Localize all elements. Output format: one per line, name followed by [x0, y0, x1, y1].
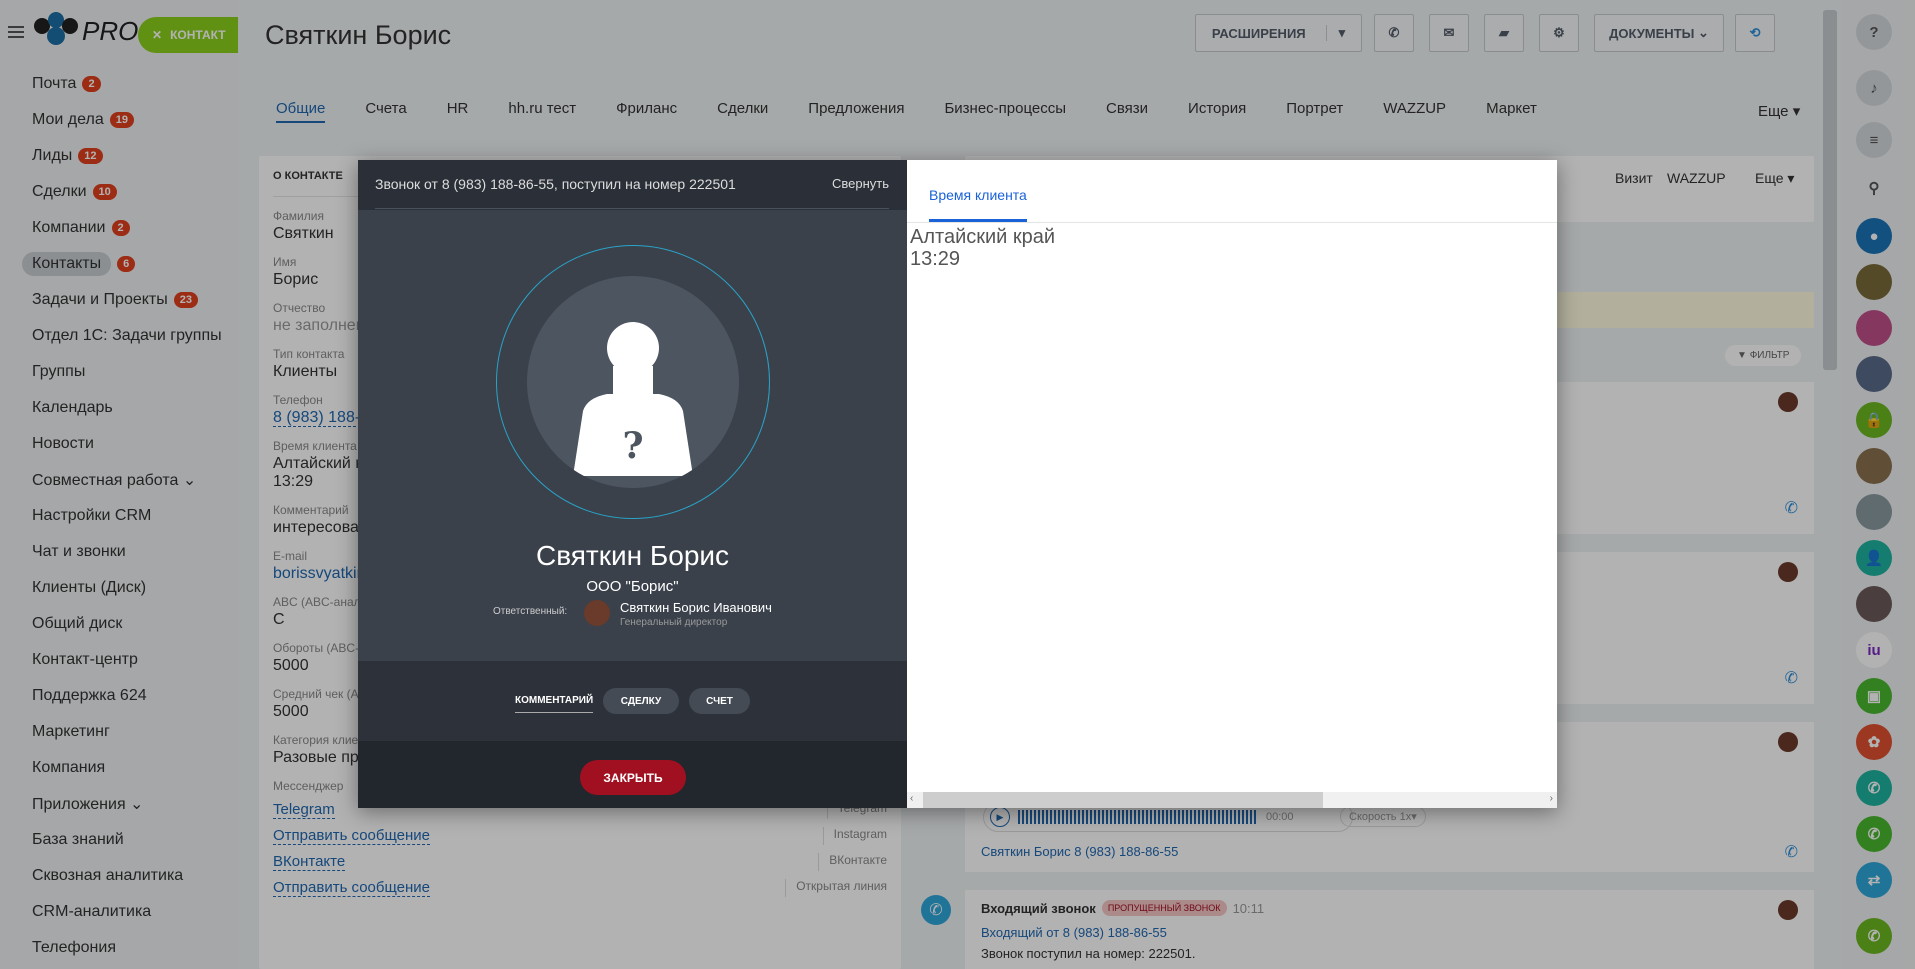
call-header-text: Звонок от 8 (983) 188-86-55, поступил на… [375, 176, 736, 192]
responsible-name[interactable]: Святкин Борис Иванович [620, 600, 772, 615]
close-button[interactable]: ЗАКРЫТЬ [580, 760, 686, 795]
responsible-avatar [584, 600, 610, 626]
modal-header: Звонок от 8 (983) 188-86-55, поступил на… [358, 160, 907, 210]
responsible-label: Ответственный: [493, 606, 568, 617]
create-deal-button[interactable]: СДЕЛКУ [603, 688, 679, 714]
call-card-modal: Звонок от 8 (983) 188-86-55, поступил на… [358, 160, 1557, 808]
unknown-avatar-icon: ? [527, 276, 739, 488]
horizontal-scrollbar[interactable]: ‹ › [907, 792, 1557, 808]
tab-client-time[interactable]: Время клиента [929, 187, 1027, 222]
client-region: Алтайский край [910, 226, 1056, 248]
svg-text:?: ? [622, 425, 643, 467]
contact-name[interactable]: Святкин Борис [358, 540, 907, 572]
comment-tab[interactable]: КОММЕНТАРИЙ [515, 695, 594, 713]
responsible-title: Генеральный директор [620, 617, 728, 628]
client-time-panel: Время клиента Алтайский край 13:29 ‹ › [907, 160, 1557, 808]
create-invoice-button[interactable]: СЧЕТ [689, 688, 750, 714]
company-name[interactable]: ООО "Борис" [358, 578, 907, 595]
collapse-button[interactable]: Свернуть [832, 176, 889, 191]
call-panel: Звонок от 8 (983) 188-86-55, поступил на… [358, 160, 907, 808]
client-time: 13:29 [910, 248, 961, 270]
